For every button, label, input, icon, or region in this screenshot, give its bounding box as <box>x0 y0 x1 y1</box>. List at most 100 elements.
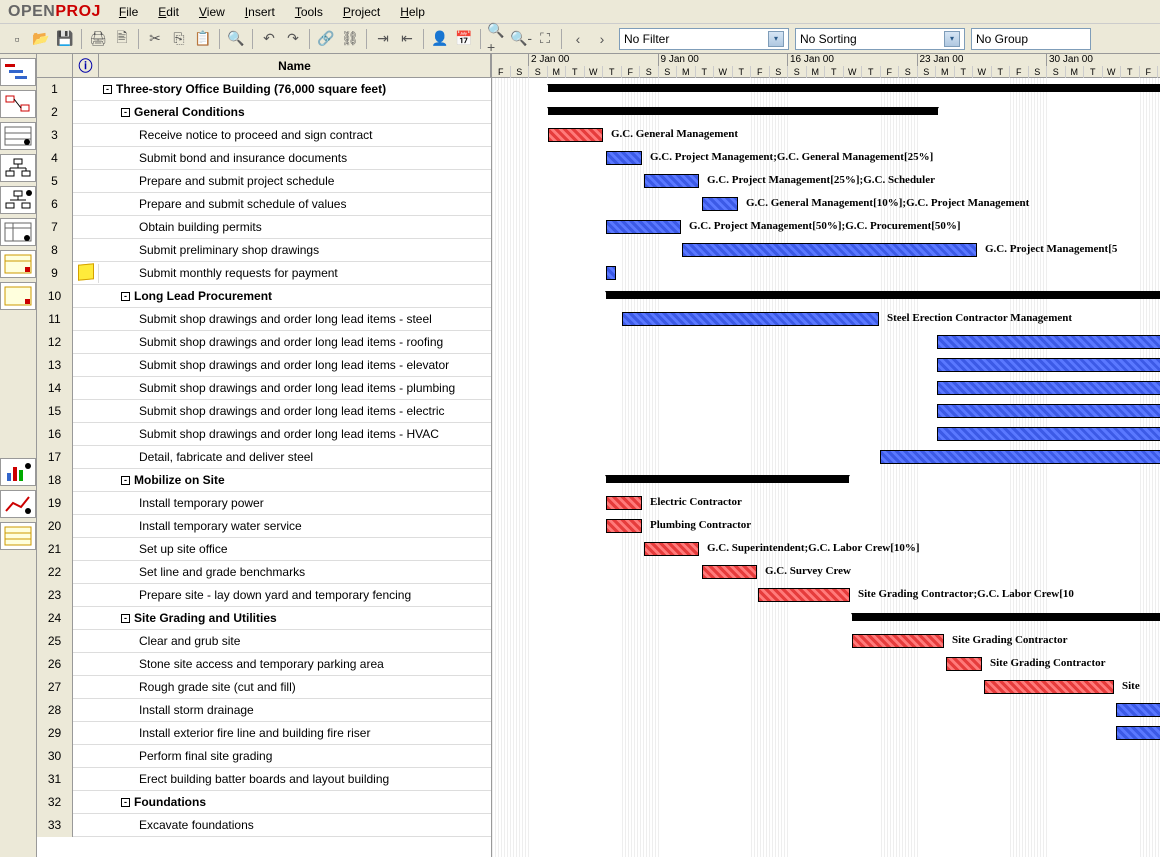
task-bar[interactable] <box>702 197 738 211</box>
task-row[interactable]: 10-Long Lead Procurement <box>37 285 491 308</box>
summary-bar[interactable] <box>852 613 1160 621</box>
row-number[interactable]: 14 <box>37 377 73 400</box>
task-row[interactable]: 9Submit monthly requests for payment <box>37 262 491 285</box>
row-number[interactable]: 3 <box>37 124 73 147</box>
task-row[interactable]: 6Prepare and submit schedule of values <box>37 193 491 216</box>
row-number[interactable]: 33 <box>37 814 73 837</box>
task-name-cell[interactable]: Stone site access and temporary parking … <box>99 657 491 671</box>
save-icon[interactable]: 💾 <box>54 28 76 50</box>
task-bar[interactable] <box>548 128 603 142</box>
row-number[interactable]: 16 <box>37 423 73 446</box>
task-name-cell[interactable]: Receive notice to proceed and sign contr… <box>99 128 491 142</box>
task-name-cell[interactable]: Install storm drainage <box>99 703 491 717</box>
task-bar[interactable] <box>702 565 757 579</box>
new-file-icon[interactable]: ▫ <box>6 28 28 50</box>
task-name-cell[interactable]: Excavate foundations <box>99 818 491 832</box>
task-name-cell[interactable]: -Mobilize on Site <box>99 473 491 487</box>
task-row[interactable]: 29 Install exterior fire line and buildin… <box>37 722 491 745</box>
network-view-icon[interactable] <box>0 90 36 118</box>
task-name-cell[interactable]: -General Conditions <box>99 105 491 119</box>
copy-icon[interactable]: ⎘ <box>168 28 190 50</box>
task-bar[interactable] <box>937 358 1160 372</box>
row-number[interactable]: 19 <box>37 492 73 515</box>
indent-icon[interactable]: ⇥ <box>372 28 394 50</box>
task-row[interactable]: 5 Prepare and submit project schedule <box>37 170 491 193</box>
task-row[interactable]: 26Stone site access and temporary parkin… <box>37 653 491 676</box>
task-bar[interactable] <box>758 588 850 602</box>
task-row[interactable]: 33 Excavate foundations <box>37 814 491 837</box>
task-row[interactable]: 21Set up site office <box>37 538 491 561</box>
task-row[interactable]: 14 Submit shop drawings and order long le… <box>37 377 491 400</box>
link-icon[interactable]: 🔗 <box>315 28 337 50</box>
task-name-cell[interactable]: Submit bond and insurance documents <box>99 151 491 165</box>
row-number[interactable]: 4 <box>37 147 73 170</box>
header-rownum[interactable] <box>37 54 73 77</box>
unlink-icon[interactable]: ⛓ <box>339 28 361 50</box>
task-row[interactable]: 4 Submit bond and insurance documents <box>37 147 491 170</box>
row-number[interactable]: 13 <box>37 354 73 377</box>
row-number[interactable]: 17 <box>37 446 73 469</box>
expand-toggle-icon[interactable]: - <box>121 798 130 807</box>
task-name-cell[interactable]: Submit shop drawings and order long lead… <box>99 381 491 395</box>
task-row[interactable]: 17Detail, fabricate and deliver steel <box>37 446 491 469</box>
histogram-icon[interactable] <box>0 458 36 486</box>
task-row[interactable]: 11Submit shop drawings and order long le… <box>37 308 491 331</box>
task-row[interactable]: 19 Install temporary power <box>37 492 491 515</box>
task-name-cell[interactable]: -Site Grading and Utilities <box>99 611 491 625</box>
report-view-icon[interactable] <box>0 218 36 246</box>
task-name-cell[interactable]: -Three-story Office Building (76,000 squ… <box>99 82 491 96</box>
redo-icon[interactable]: ↷ <box>282 28 304 50</box>
task-bar[interactable] <box>1116 703 1160 717</box>
zoom-fit-icon[interactable]: ⛶ <box>534 28 556 50</box>
filter-dropdown[interactable]: No Filter ▾ <box>619 28 789 50</box>
menu-help[interactable]: Help <box>390 1 435 23</box>
task-row[interactable]: 1 -Three-story Office Building (76,000 sq… <box>37 78 491 101</box>
zoom-out-icon[interactable]: 🔍- <box>510 28 532 50</box>
task-row[interactable]: 32 -Foundations <box>37 791 491 814</box>
resource-icon[interactable]: 👤 <box>429 28 451 50</box>
task-row[interactable]: 28 Install storm drainage <box>37 699 491 722</box>
print-preview-icon[interactable]: 🖹 <box>111 28 133 50</box>
task-name-cell[interactable]: Obtain building permits <box>99 220 491 234</box>
task-bar[interactable] <box>606 220 681 234</box>
gantt-chart[interactable]: 2 Jan 009 Jan 0016 Jan 0023 Jan 0030 Jan… <box>492 54 1160 857</box>
task-usage-icon[interactable] <box>0 250 36 278</box>
task-name-cell[interactable]: Submit shop drawings and order long lead… <box>99 404 491 418</box>
cut-icon[interactable]: ✂ <box>144 28 166 50</box>
menu-file[interactable]: File <box>109 1 148 23</box>
row-number[interactable]: 20 <box>37 515 73 538</box>
task-bar[interactable] <box>606 266 616 280</box>
row-number[interactable]: 28 <box>37 699 73 722</box>
chart-icon[interactable] <box>0 490 36 518</box>
summary-bar[interactable] <box>548 84 1160 92</box>
menu-tools[interactable]: Tools <box>285 1 333 23</box>
task-row[interactable]: 20Install temporary water service <box>37 515 491 538</box>
row-number[interactable]: 9 <box>37 262 73 285</box>
task-bar[interactable] <box>937 404 1160 418</box>
row-number[interactable]: 1 <box>37 78 73 101</box>
task-bar[interactable] <box>606 151 642 165</box>
task-name-cell[interactable]: -Foundations <box>99 795 491 809</box>
task-name-cell[interactable]: Prepare and submit project schedule <box>99 174 491 188</box>
zoom-in-icon[interactable]: 🔍+ <box>486 28 508 50</box>
row-number[interactable]: 21 <box>37 538 73 561</box>
row-number[interactable]: 32 <box>37 791 73 814</box>
row-number[interactable]: 5 <box>37 170 73 193</box>
task-row[interactable]: 30Perform final site grading <box>37 745 491 768</box>
row-number[interactable]: 2 <box>37 101 73 124</box>
task-bar[interactable] <box>984 680 1114 694</box>
row-number[interactable]: 24 <box>37 607 73 630</box>
task-bar[interactable] <box>606 519 642 533</box>
task-name-cell[interactable]: Install temporary power <box>99 496 491 510</box>
group-dropdown[interactable]: No Group <box>971 28 1091 50</box>
print-icon[interactable]: 🖨 <box>87 28 109 50</box>
task-name-cell[interactable]: Submit shop drawings and order long lead… <box>99 358 491 372</box>
task-row[interactable]: 7Obtain building permits <box>37 216 491 239</box>
task-row[interactable]: 12Submit shop drawings and order long le… <box>37 331 491 354</box>
menu-project[interactable]: Project <box>333 1 390 23</box>
row-number[interactable]: 29 <box>37 722 73 745</box>
task-bar[interactable] <box>937 381 1160 395</box>
task-bar[interactable] <box>937 335 1160 349</box>
task-name-cell[interactable]: Install exterior fire line and building … <box>99 726 491 740</box>
expand-toggle-icon[interactable]: - <box>121 108 130 117</box>
